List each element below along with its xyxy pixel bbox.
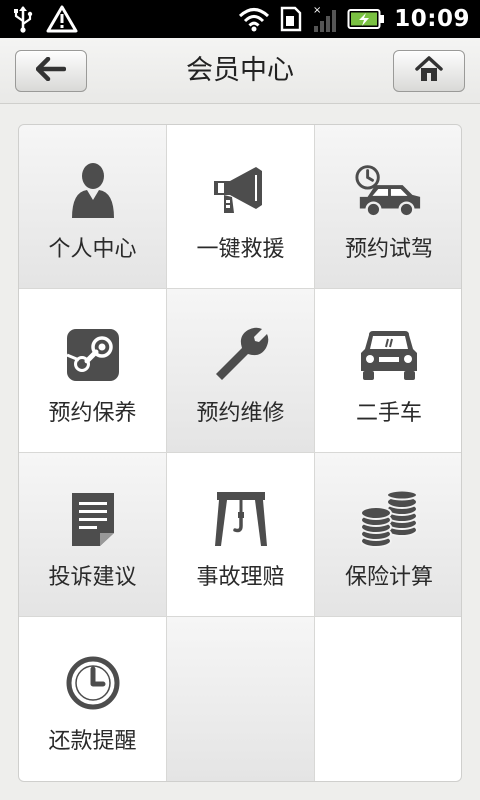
menu-item-book-test-drive[interactable]: 预约试驾: [315, 125, 461, 288]
menu-item-accident-claims[interactable]: 事故理赔: [167, 453, 314, 616]
menu-item-complaints[interactable]: 投诉建议: [19, 453, 166, 616]
wrench-icon: [206, 323, 276, 387]
usb-icon: [12, 5, 34, 33]
empty-cell: [167, 617, 314, 781]
menu-item-label: 一键救援: [196, 237, 285, 262]
back-button[interactable]: [15, 50, 87, 92]
menu-item-label: 投诉建议: [48, 565, 137, 590]
menu-item-one-key-rescue[interactable]: 一键救援: [167, 125, 314, 288]
tow-crane-icon: [206, 487, 276, 551]
menu-grid: 个人中心 一键救援 预约试驾 预约保养 预约维修 二手车 投诉建议 事故理赔 保…: [18, 124, 462, 782]
menu-item-label: 二手车: [355, 401, 422, 426]
title-bar: 会员中心: [0, 38, 480, 104]
home-button[interactable]: [393, 50, 465, 92]
document-icon: [58, 487, 128, 551]
megaphone-icon: [206, 159, 276, 223]
menu-item-label: 预约维修: [196, 401, 285, 426]
steam-icon: [58, 323, 128, 387]
coins-icon: [354, 487, 424, 551]
menu-item-label: 还款提醒: [48, 729, 137, 754]
warning-icon: [46, 5, 78, 33]
menu-item-label: 预约试驾: [344, 237, 433, 262]
empty-cell: [315, 617, 461, 781]
menu-item-personal-center[interactable]: 个人中心: [19, 125, 166, 288]
svg-text:×: ×: [313, 5, 321, 16]
clock-icon: [58, 651, 128, 715]
menu-item-repayment-reminder[interactable]: 还款提醒: [19, 617, 166, 781]
status-bar: × 10:09: [0, 0, 480, 38]
arrow-left-icon: [35, 56, 67, 85]
sim-card-icon: [279, 5, 303, 33]
menu-item-insurance-calc[interactable]: 保险计算: [315, 453, 461, 616]
menu-item-book-repair[interactable]: 预约维修: [167, 289, 314, 452]
menu-item-used-car[interactable]: 二手车: [315, 289, 461, 452]
battery-charging-icon: [347, 7, 385, 31]
car-front-icon: [354, 323, 424, 387]
wifi-icon: [238, 6, 270, 32]
status-time: 10:09: [394, 6, 470, 32]
menu-item-label: 保险计算: [344, 565, 433, 590]
signal-icon: ×: [312, 5, 338, 33]
home-icon: [415, 55, 443, 87]
menu-item-label: 预约保养: [48, 401, 137, 426]
menu-item-label: 个人中心: [48, 237, 137, 262]
menu-item-label: 事故理赔: [196, 565, 285, 590]
page-title: 会员中心: [186, 55, 294, 86]
menu-item-book-maintenance[interactable]: 预约保养: [19, 289, 166, 452]
person-icon: [58, 159, 128, 223]
car-clock-icon: [354, 159, 424, 223]
